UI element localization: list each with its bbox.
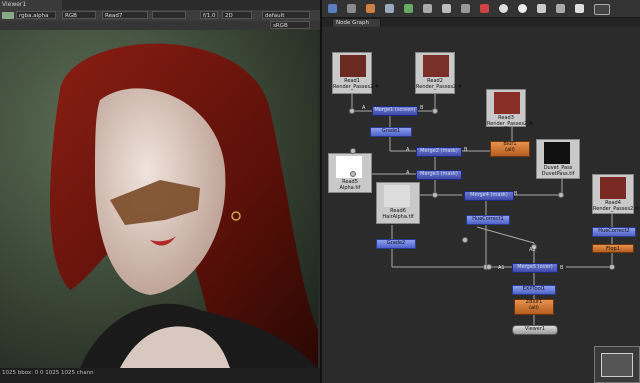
dot-node[interactable]: [432, 108, 438, 114]
read1-thumbnail: [340, 55, 366, 77]
dot-node[interactable]: [609, 264, 615, 270]
node-merge-mask1[interactable]: Merge2 (mask): [416, 147, 462, 157]
minimap-viewport[interactable]: [601, 353, 633, 377]
merge-icon[interactable]: [328, 4, 337, 13]
pin-label-b: B: [514, 191, 518, 197]
node-blur1-sub: (all): [505, 146, 515, 153]
pin-label-b: B: [560, 265, 564, 271]
node-huecorrect1[interactable]: HueCorrect1: [466, 215, 510, 225]
viewer-image[interactable]: [0, 30, 318, 368]
node-zblur1-sub: (all): [529, 304, 539, 311]
node-flop1[interactable]: Flop1: [592, 244, 634, 253]
node-read1[interactable]: Read1 Render_Passes2.#: [332, 52, 380, 94]
dot-node[interactable]: [462, 237, 468, 243]
keyer-icon[interactable]: [404, 4, 413, 13]
furnace-icon[interactable]: [575, 4, 584, 13]
pin-label-a1: A1: [498, 265, 505, 271]
read4-thumbnail: [600, 177, 626, 199]
channel-icon[interactable]: [423, 4, 432, 13]
pin-label-a: A: [406, 147, 410, 153]
dot-node[interactable]: [350, 148, 356, 154]
pin-label-a: A: [406, 170, 410, 176]
node-exptool[interactable]: EXPTool1: [512, 285, 556, 295]
node-merge-mask3[interactable]: Merge4 (mask): [464, 191, 514, 201]
node-duvet-pass-file: DuvetPass.tif: [541, 170, 575, 177]
node-read3-file: Render_Passes2.#: [487, 120, 534, 127]
pin-label-b: B: [420, 105, 424, 111]
node-grade1[interactable]: Grade1: [370, 127, 412, 137]
input-b-select[interactable]: [152, 11, 186, 19]
node-read6[interactable]: Read6 HairAlpha.tif: [376, 182, 420, 224]
ocula-icon[interactable]: [594, 4, 610, 15]
lut-select[interactable]: default: [262, 11, 310, 19]
viewer-status-bar: 1025 bbox: 0 0 1025 1025 chann: [0, 368, 320, 383]
3d-icon[interactable]: [480, 4, 489, 13]
mode-2d-select[interactable]: 2D: [222, 11, 252, 19]
pin-label-b: B: [464, 147, 468, 153]
dot-node[interactable]: [558, 192, 564, 198]
read5-thumbnail: [336, 156, 362, 178]
node-merge-mask2[interactable]: Merge3 (mask): [416, 170, 462, 180]
pin-label-a2: A2: [529, 247, 536, 253]
filter-icon[interactable]: [385, 4, 394, 13]
dot-node[interactable]: [486, 264, 492, 270]
node-duvet-pass[interactable]: Duvet_Pass DuvetPass.tif: [536, 139, 580, 179]
node-read5-file: Alpha.tif: [339, 184, 361, 191]
node-read4[interactable]: Read4 Render_Passes2.#: [592, 174, 640, 214]
node-graph-minimap[interactable]: [594, 346, 640, 383]
toolsets-icon[interactable]: [537, 4, 546, 13]
metadata-icon[interactable]: [518, 4, 527, 13]
render-image: [0, 30, 318, 368]
input-a-select[interactable]: Read7: [102, 11, 148, 19]
transform-icon[interactable]: [347, 4, 356, 13]
node-blur1[interactable]: Blur1 (all): [490, 141, 530, 157]
read6-thumbnail: [384, 185, 410, 207]
node-graph-canvas[interactable]: Read1 Render_Passes2.# Read2 Render_Passes…: [322, 27, 640, 383]
layer-icon[interactable]: [2, 12, 14, 19]
viewer-panel: Viewer1 rgba.alpha RGB Read7 f/1.0 2D de…: [0, 0, 322, 383]
node-merge-over[interactable]: Merge5 (over): [512, 263, 558, 273]
dot-node[interactable]: [349, 108, 355, 114]
node-read2-file: Render_Passes2.#: [416, 83, 463, 90]
node-zblur1[interactable]: ZBlur1 (all): [514, 299, 554, 315]
node-viewer1[interactable]: Viewer1: [512, 325, 558, 335]
gain-field[interactable]: f/1.0: [200, 11, 218, 19]
node-huecorrect2[interactable]: HueCorrect2: [592, 227, 636, 237]
node-graph-toolbar: [322, 0, 640, 18]
node-read3[interactable]: Read3 Render_Passes2.#: [486, 89, 534, 127]
channels-select[interactable]: rgba.alpha: [16, 11, 56, 19]
color-icon[interactable]: [366, 4, 375, 13]
pin-label-a: A: [362, 105, 366, 111]
viewer-tab[interactable]: Viewer1: [0, 0, 62, 10]
display-select[interactable]: sRGB: [270, 21, 310, 29]
dot-node[interactable]: [432, 192, 438, 198]
node-grade2[interactable]: Grade2: [376, 239, 416, 249]
time-icon[interactable]: [461, 4, 470, 13]
dot-node[interactable]: [350, 171, 356, 177]
node-read2[interactable]: Read2 Render_Passes2.#: [415, 52, 463, 94]
duvet-thumbnail: [544, 142, 570, 164]
other-icon[interactable]: [556, 4, 565, 13]
colorspace-select[interactable]: RGB: [62, 11, 96, 19]
node-read4-file: Render_Passes2.#: [593, 205, 640, 212]
read3-thumbnail: [494, 92, 520, 114]
views-icon[interactable]: [499, 4, 508, 13]
read2-thumbnail: [423, 55, 449, 77]
draw-icon[interactable]: [442, 4, 451, 13]
node-merge-screen[interactable]: Merge1 (screen): [372, 106, 418, 116]
node-read6-file: HairAlpha.tif: [382, 213, 414, 220]
node-read1-file: Render_Passes2.#: [333, 83, 380, 90]
